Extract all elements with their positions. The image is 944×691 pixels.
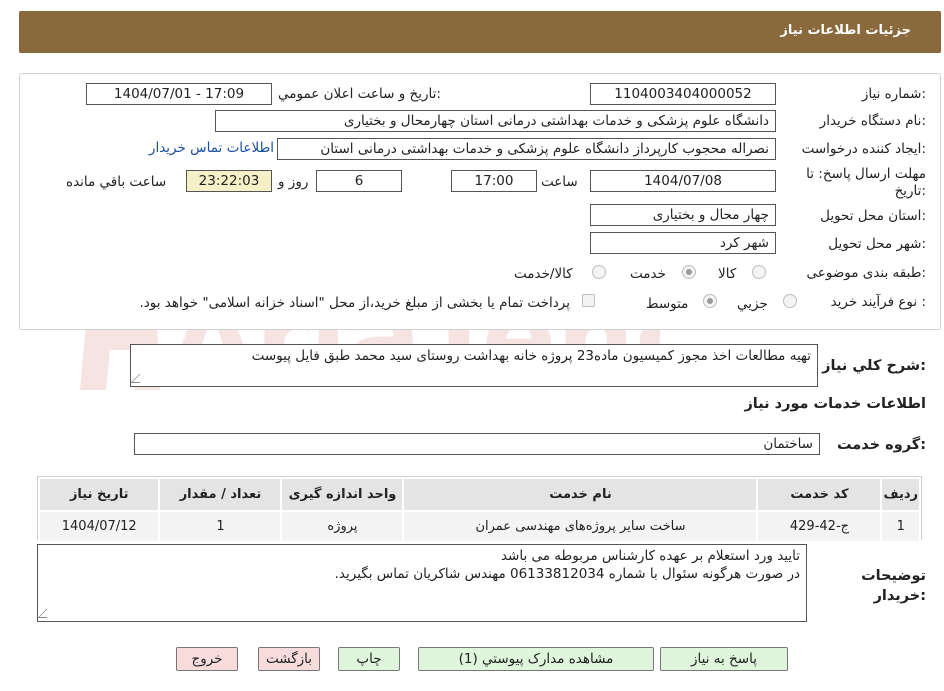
announce-label: تاریخ و ساعت اعلان عمومي: (278, 86, 441, 102)
category-label: طبقه بندی موضوعی: (806, 265, 926, 281)
buyer-notes-textarea[interactable]: تایید ورد استعلام بر عهده کارشناس مربوطه… (37, 544, 807, 622)
services-section-title: اطلاعات خدمات مورد نياز (744, 396, 926, 412)
creator-label: ايجاد کننده درخواست: (801, 141, 926, 157)
page-title: جزئیات اطلاعات نیاز (780, 23, 911, 38)
need-number-field[interactable]: 1104003404000052 (590, 83, 776, 105)
cell-code: ج-42-429 (756, 510, 883, 543)
category-option-goods: کالا (718, 266, 737, 282)
payment-note: پرداخت تمام یا بخشی از مبلغ خرید،از محل … (139, 295, 570, 311)
buyer-notes-line-2: در صورت هرگونه سئوال با شماره 0613381203… (334, 566, 800, 582)
category-radio-goods-service[interactable] (592, 265, 606, 279)
deadline-time-label: ساعت (541, 174, 578, 190)
cell-qty: 1 (158, 510, 283, 543)
col-unit: واحد اندازه گيری (280, 477, 405, 512)
category-radio-goods[interactable] (752, 265, 766, 279)
service-group-field[interactable]: ساختمان (134, 433, 820, 455)
respond-button[interactable]: پاسخ به نياز (660, 647, 788, 671)
cell-name: ساخت سایر پروژه‌های مهندسی عمران (402, 510, 759, 543)
deadline-date-field[interactable]: 1404/07/08 (590, 170, 776, 192)
print-button[interactable]: چاپ (338, 647, 400, 671)
cell-row: 1 (880, 510, 921, 543)
province-label: استان محل تحويل: (820, 208, 926, 224)
page-header: جزئیات اطلاعات نیاز (19, 11, 941, 53)
deadline-label: مهلت ارسال پاسخ: تا تاریخ: (806, 166, 926, 199)
process-label: نوع فرآيند خريد : (830, 294, 926, 310)
remaining-label: ساعت باقي مانده (66, 174, 167, 190)
services-table: رديف کد خدمت نام خدمت واحد اندازه گيری ت… (37, 477, 921, 543)
col-code: کد خدمت (756, 477, 883, 512)
treasury-checkbox[interactable] (582, 294, 595, 307)
process-radio-medium[interactable] (703, 294, 717, 308)
city-label: شهر محل تحويل: (828, 236, 926, 252)
announce-field[interactable]: 1404/07/01 - 17:09 (86, 83, 272, 105)
remaining-time-field: 23:22:03 (186, 170, 272, 192)
process-option-minor: جزيي (737, 296, 768, 312)
cell-date: 1404/07/12 (37, 510, 161, 543)
creator-field[interactable]: نصراله محجوب کارپرداز دانشگاه علوم پزشکی… (277, 138, 776, 160)
attachments-button[interactable]: مشاهده مدارک پيوستي (1) (418, 647, 654, 671)
days-label: روز و (278, 174, 309, 190)
col-qty: تعداد / مقدار (158, 477, 283, 512)
buyer-org-label: نام دستگاه خريدار: (819, 113, 926, 129)
days-field[interactable]: 6 (316, 170, 402, 192)
col-row: رديف (880, 477, 921, 512)
back-button[interactable]: بازگشت (258, 647, 320, 671)
description-textarea[interactable]: تهیه مطالعات اخذ مجوز کمیسیون ماده23 پرو… (130, 344, 818, 387)
category-option-service: خدمت (630, 266, 666, 282)
col-name: نام خدمت (402, 477, 759, 512)
description-label: شرح کلي نياز: (822, 358, 926, 374)
table-row[interactable]: 1 ج-42-429 ساخت سایر پروژه‌های مهندسی عم… (37, 510, 921, 543)
buyer-notes-line-1: تایید ورد استعلام بر عهده کارشناس مربوطه… (500, 548, 800, 564)
category-radio-service[interactable] (682, 265, 696, 279)
province-field[interactable]: چهار محال و بختیاری (590, 204, 776, 226)
services-table-header: رديف کد خدمت نام خدمت واحد اندازه گيری ت… (37, 477, 921, 512)
process-radio-minor[interactable] (783, 294, 797, 308)
buyer-notes-label: توضيحات خريدار: (861, 568, 926, 604)
exit-button[interactable]: خروج (176, 647, 238, 671)
city-field[interactable]: شهر کرد (590, 232, 776, 254)
process-option-medium: متوسط (646, 296, 689, 312)
col-date: تاریخ نیاز (37, 477, 161, 512)
need-number-label: شماره نیاز: (861, 86, 926, 102)
service-group-label: گروه خدمت: (836, 437, 926, 453)
description-text: تهیه مطالعات اخذ مجوز کمیسیون ماده23 پرو… (251, 348, 811, 364)
services-table-wrap: رديف کد خدمت نام خدمت واحد اندازه گيری ت… (37, 476, 922, 543)
buyer-contact-link[interactable]: اطلاعات تماس خريدار (149, 140, 274, 156)
cell-unit: پروژه (280, 510, 405, 543)
deadline-time-field[interactable]: 17:00 (451, 170, 537, 192)
buyer-org-field[interactable]: دانشگاه علوم پزشکی و خدمات بهداشتی درمان… (215, 110, 776, 132)
category-option-goods-service: کالا/خدمت (514, 266, 573, 282)
